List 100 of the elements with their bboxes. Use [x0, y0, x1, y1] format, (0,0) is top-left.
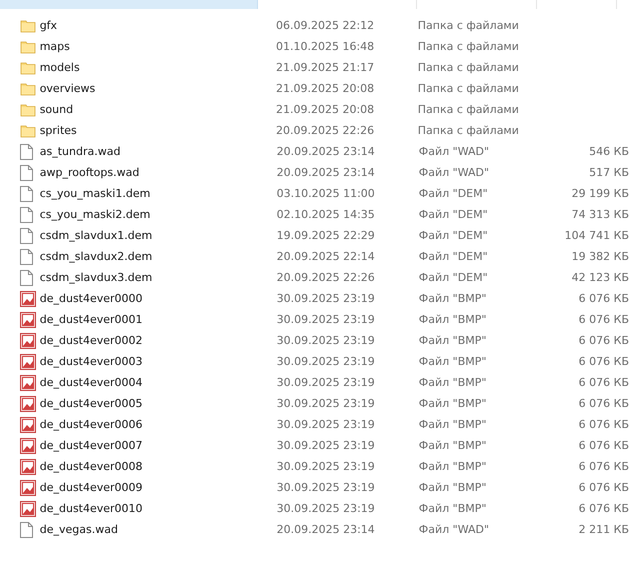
folder-icon: [20, 80, 36, 96]
file-type: Файл "BMP": [418, 460, 488, 473]
file-name[interactable]: cs_you_maski2.dem: [40, 208, 277, 221]
file-type: Файл "BMP": [418, 313, 488, 326]
modified-date: 06.09.2025 22:12: [276, 19, 376, 32]
file-type: Файл "DEM": [418, 271, 489, 284]
modified-date: 30.09.2025 23:19: [276, 460, 376, 473]
file-icon: [20, 164, 33, 180]
file-name[interactable]: csdm_slavdux1.dem: [40, 229, 277, 242]
modified-date: 21.09.2025 20:08: [276, 103, 376, 116]
file-size: 6 076 КБ: [578, 481, 629, 494]
modified-date: 30.09.2025 23:19: [276, 397, 376, 410]
file-type: Папка с файлами: [418, 61, 518, 74]
image-file-icon: [20, 312, 36, 328]
modified-date: 30.09.2025 23:19: [276, 313, 376, 326]
image-file-icon: [20, 438, 36, 454]
file-size: 6 076 КБ: [578, 334, 629, 347]
file-type: Папка с файлами: [418, 40, 518, 53]
file-name[interactable]: awp_rooftops.wad: [40, 166, 277, 179]
file-name[interactable]: de_dust4ever0002: [40, 334, 277, 347]
file-name[interactable]: de_dust4ever0003: [40, 355, 277, 368]
file-type: Файл "DEM": [418, 250, 489, 263]
folder-icon: [20, 60, 36, 76]
file-size: 6 076 КБ: [578, 313, 629, 326]
file-name[interactable]: de_vegas.wad: [40, 523, 277, 536]
file-type: Файл "BMP": [418, 376, 488, 389]
folder-icon: [20, 18, 36, 34]
file-type: Файл "BMP": [418, 418, 488, 431]
file-type: Файл "WAD": [418, 145, 490, 158]
file-icon: [20, 206, 33, 222]
file-name[interactable]: de_dust4ever0000: [40, 292, 277, 305]
file-name[interactable]: csdm_slavdux3.dem: [40, 271, 277, 284]
image-file-icon: [20, 396, 36, 412]
file-name[interactable]: de_dust4ever0006: [40, 418, 277, 431]
file-size: 6 076 КБ: [578, 292, 629, 305]
file-size: 104 741 КБ: [564, 229, 629, 242]
file-size: 517 КБ: [589, 166, 629, 179]
file-size: 6 076 КБ: [578, 397, 629, 410]
file-type: Файл "BMP": [418, 481, 488, 494]
file-size: 6 076 КБ: [578, 502, 629, 515]
file-icon: [20, 248, 33, 264]
file-icon: [20, 522, 33, 538]
modified-date: 30.09.2025 23:19: [276, 502, 376, 515]
image-file-icon: [20, 480, 36, 496]
file-name[interactable]: gfx: [40, 19, 276, 32]
modified-date: 30.09.2025 23:19: [276, 439, 376, 452]
folder-icon: [20, 38, 36, 54]
image-file-icon: [20, 374, 36, 390]
modified-date: 20.09.2025 23:14: [276, 166, 376, 179]
file-size: 6 076 КБ: [578, 355, 629, 368]
file-name[interactable]: de_dust4ever0004: [40, 376, 277, 389]
file-icon: [20, 228, 33, 244]
file-name[interactable]: de_dust4ever0005: [40, 397, 277, 410]
file-size: 546 КБ: [589, 145, 629, 158]
modified-date: 20.09.2025 22:26: [276, 271, 376, 284]
file-name[interactable]: de_dust4ever0007: [40, 439, 277, 452]
file-name[interactable]: de_dust4ever0010: [40, 502, 277, 515]
file-name[interactable]: sprites: [40, 124, 276, 137]
file-name[interactable]: as_tundra.wad: [40, 145, 277, 158]
file-name[interactable]: models: [40, 61, 276, 74]
modified-date: 20.09.2025 23:14: [276, 145, 376, 158]
file-name[interactable]: csdm_slavdux2.dem: [40, 250, 277, 263]
modified-date: 30.09.2025 23:19: [276, 481, 376, 494]
file-name[interactable]: sound: [40, 103, 276, 116]
image-file-icon: [20, 290, 36, 306]
file-icon: [20, 270, 33, 286]
modified-date: 30.09.2025 23:19: [276, 376, 376, 389]
file-size: 2 211 КБ: [578, 523, 629, 536]
file-name[interactable]: maps: [40, 40, 276, 53]
file-name[interactable]: de_dust4ever0009: [40, 481, 277, 494]
file-type: Файл "BMP": [418, 502, 488, 515]
column-header[interactable]: [0, 0, 258, 9]
file-type: Файл "BMP": [418, 292, 488, 305]
file-type: Файл "DEM": [418, 229, 489, 242]
file-type: Файл "BMP": [418, 397, 488, 410]
modified-date: 30.09.2025 23:19: [276, 334, 376, 347]
modified-date: 03.10.2025 11:00: [276, 187, 376, 200]
modified-date: 20.09.2025 22:14: [276, 250, 376, 263]
modified-date: 19.09.2025 22:29: [276, 229, 376, 242]
modified-date: 21.09.2025 21:17: [276, 61, 376, 74]
file-name[interactable]: de_dust4ever0001: [40, 313, 277, 326]
file-type: Папка с файлами: [418, 103, 518, 116]
file-name[interactable]: cs_you_maski1.dem: [40, 187, 277, 200]
file-size: 74 313 КБ: [572, 208, 629, 221]
modified-date: 21.09.2025 20:08: [276, 82, 376, 95]
file-type: Файл "BMP": [418, 355, 488, 368]
file-size: 29 199 КБ: [572, 187, 629, 200]
file-name[interactable]: overviews: [40, 82, 276, 95]
image-file-icon: [20, 416, 36, 432]
file-type: Файл "DEM": [418, 208, 489, 221]
modified-date: 30.09.2025 23:19: [276, 292, 376, 305]
file-type: Файл "DEM": [418, 187, 489, 200]
file-icon: [20, 144, 33, 160]
file-name[interactable]: de_dust4ever0008: [40, 460, 277, 473]
modified-date: 30.09.2025 23:19: [276, 418, 376, 431]
file-type: Папка с файлами: [418, 124, 518, 137]
modified-date: 02.10.2025 14:35: [276, 208, 376, 221]
modified-date: 01.10.2025 16:48: [276, 40, 376, 53]
file-type: Файл "BMP": [418, 334, 488, 347]
file-size: 42 123 КБ: [572, 271, 629, 284]
